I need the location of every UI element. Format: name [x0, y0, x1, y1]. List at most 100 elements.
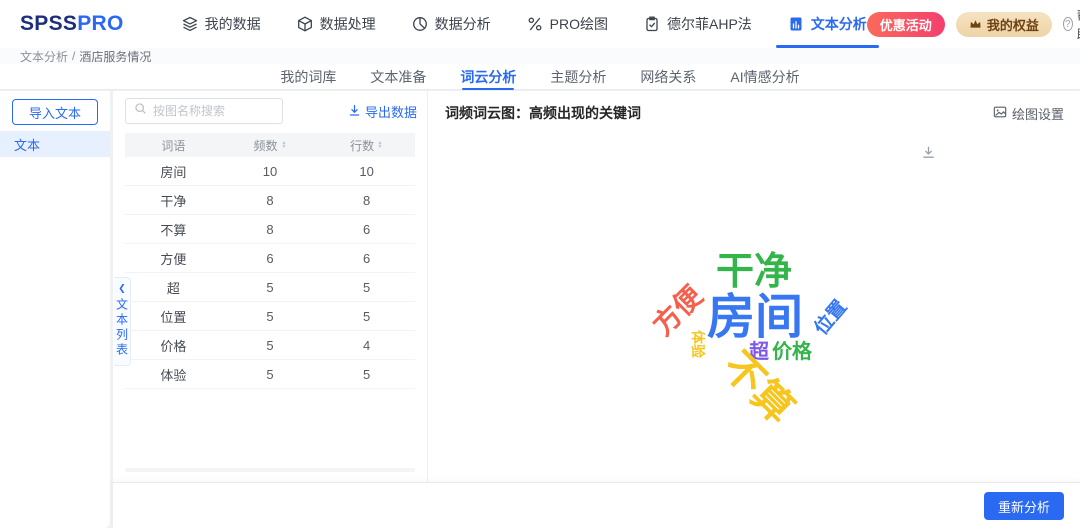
table-row[interactable]: 价格 5 4	[125, 331, 415, 360]
table-header: 词语 频数 ▲ ▼ 行数 ▲ ▼	[125, 133, 415, 157]
word-frequency-panel: 导出数据 词语 频数▲▼ 行数▲▼ 房间1010干净88不算86方便66超55位…	[113, 91, 428, 482]
tab-ai-sentiment[interactable]: AI情感分析	[730, 64, 799, 90]
main-nav: 我的数据 数据处理 数据分析 PRO绘图 德尔菲AHP法 文本分析	[182, 0, 879, 48]
table-row[interactable]: 房间 10 10	[125, 157, 415, 186]
value-cell: 4	[363, 337, 371, 353]
nav-label: 数据处理	[319, 16, 376, 32]
wordcloud-canvas[interactable]: 干净 房间 方便 体验 位置超价格 不算	[429, 91, 1080, 482]
word-cell: 不算	[160, 222, 187, 238]
rerun-analysis-button[interactable]: 重新分析	[983, 492, 1064, 520]
wordcloud-word: 房间	[706, 291, 804, 344]
column-word: 词语	[161, 138, 186, 153]
word-cell: 超	[166, 280, 180, 296]
search-box[interactable]	[125, 98, 283, 124]
word-cell: 位置	[160, 309, 187, 325]
export-label: 导出数据	[364, 105, 417, 120]
tab-wordcloud-analysis[interactable]: 词云分析	[460, 64, 516, 90]
column-rows[interactable]: 行数 ▲ ▼	[318, 137, 415, 154]
table-row[interactable]: 不算 8 6	[125, 215, 415, 244]
chevron-left-icon: ❮	[118, 283, 126, 293]
pie-icon	[412, 16, 428, 32]
breadcrumb-separator: /	[72, 49, 76, 63]
clipboard-check-icon	[644, 16, 660, 32]
breadcrumb-current: 酒店服务情况	[79, 49, 152, 64]
nav-item-my-data[interactable]: 我的数据	[182, 0, 261, 48]
word-cell: 房间	[160, 164, 187, 180]
value-cell: 8	[266, 221, 274, 237]
tab-my-dictionary[interactable]: 我的词库	[280, 64, 336, 90]
nav-label: 文本分析	[810, 16, 867, 32]
layers-icon	[182, 16, 198, 32]
value-cell: 6	[363, 221, 371, 237]
percent-icon	[527, 16, 543, 32]
tab-text-preparation[interactable]: 文本准备	[370, 64, 426, 90]
analysis-tabs: 我的词库 文本准备 词云分析 主题分析 网络关系 AI情感分析	[0, 64, 1080, 90]
value-cell: 5	[266, 366, 274, 382]
sort-icon[interactable]: ▲ ▼	[377, 140, 383, 149]
question-circle-icon: ?	[1062, 17, 1073, 31]
tab-network-relation[interactable]: 网络关系	[640, 64, 696, 90]
value-cell: 6	[266, 250, 274, 266]
top-nav-bar: SPSSPRO 我的数据 数据处理 数据分析 PRO绘图 德尔菲AHP法 文本分…	[0, 0, 1080, 48]
nav-label: 数据分析	[434, 16, 491, 32]
table-row[interactable]: 位置 5 5	[125, 302, 415, 331]
value-cell: 8	[363, 192, 371, 208]
search-icon	[134, 102, 147, 120]
sort-icon[interactable]: ▲ ▼	[281, 140, 287, 149]
value-cell: 10	[262, 163, 278, 179]
value-cell: 10	[359, 163, 374, 179]
download-icon	[348, 104, 361, 120]
table-row[interactable]: 方便 6 6	[125, 244, 415, 273]
wordcloud-word: 干净	[715, 251, 793, 293]
wordcloud-word: 位置	[810, 296, 852, 340]
benefits-label: 我的权益	[986, 17, 1039, 33]
export-data-button[interactable]: 导出数据	[348, 102, 417, 121]
word-cell: 方便	[160, 251, 187, 267]
cube-icon	[297, 16, 313, 32]
import-text-button[interactable]: 导入文本	[12, 99, 98, 125]
nav-item-data-processing[interactable]: 数据处理	[297, 0, 376, 48]
breadcrumb: 文本分析 / 酒店服务情况	[0, 48, 1080, 64]
wordcloud-panel: 词频词云图：高频出现的关键词 绘图设置 干净 房间 方便 体验 位置超价格 不算	[429, 91, 1080, 482]
nav-item-pro-plot[interactable]: PRO绘图	[527, 0, 608, 48]
value-cell: 8	[266, 192, 274, 208]
action-footer: 重新分析	[113, 482, 1080, 528]
breadcrumb-root[interactable]: 文本分析	[20, 48, 68, 65]
nav-label: PRO绘图	[549, 16, 608, 32]
value-cell: 5	[266, 279, 274, 295]
nav-item-data-analysis[interactable]: 数据分析	[412, 0, 491, 48]
crown-icon	[969, 17, 982, 32]
header-right: 优惠活动 我的权益 ? 帮助 ✦	[866, 5, 1080, 43]
word-cell: 体验	[160, 367, 187, 383]
help-button[interactable]: ? 帮助	[1062, 5, 1080, 43]
horizontal-scrollbar[interactable]	[125, 468, 415, 472]
table-body: 房间 10 10 干净 8 8 不算 8 6 方便 6 6 超 5 5 位置 5 5 价格 5 4 体验 5 5	[125, 157, 415, 389]
collapse-text-list-button[interactable]: ❮ 文本列表	[114, 277, 131, 366]
table-row[interactable]: 超 5 5	[125, 273, 415, 302]
value-cell: 5	[363, 366, 371, 382]
main-panel: 导出数据 词语 频数▲▼ 行数▲▼ 房间1010干净88不算86方便66超55位…	[113, 91, 1080, 482]
word-cell: 干净	[160, 193, 187, 209]
wordcloud-word: 价格	[772, 341, 812, 363]
table-row[interactable]: 体验 5 5	[125, 360, 415, 389]
sidebar-item-text[interactable]: 文本	[0, 131, 110, 157]
wordcloud-word: 体验	[690, 330, 706, 358]
value-cell: 5	[363, 308, 371, 324]
value-cell: 6	[363, 250, 371, 266]
collapse-label: 文本列表	[114, 298, 129, 358]
benefits-button[interactable]: 我的权益	[955, 11, 1052, 37]
app-logo[interactable]: SPSSPRO	[20, 12, 124, 36]
nav-item-text-analysis[interactable]: 文本分析	[775, 0, 879, 48]
search-input[interactable]	[153, 104, 268, 118]
value-cell: 5	[266, 337, 274, 353]
column-frequency[interactable]: 频数 ▲ ▼	[222, 137, 319, 154]
word-cell: 价格	[160, 338, 187, 354]
text-list-sidebar: 导入文本 文本	[0, 91, 110, 528]
promo-button[interactable]: 优惠活动	[866, 11, 945, 37]
value-cell: 5	[266, 308, 274, 324]
table-row[interactable]: 干净 8 8	[125, 186, 415, 215]
nav-item-delphi-ahp[interactable]: 德尔菲AHP法	[644, 0, 752, 48]
tab-topic-analysis[interactable]: 主题分析	[550, 64, 606, 90]
value-cell: 5	[363, 279, 371, 295]
nav-label: 德尔菲AHP法	[667, 16, 752, 32]
